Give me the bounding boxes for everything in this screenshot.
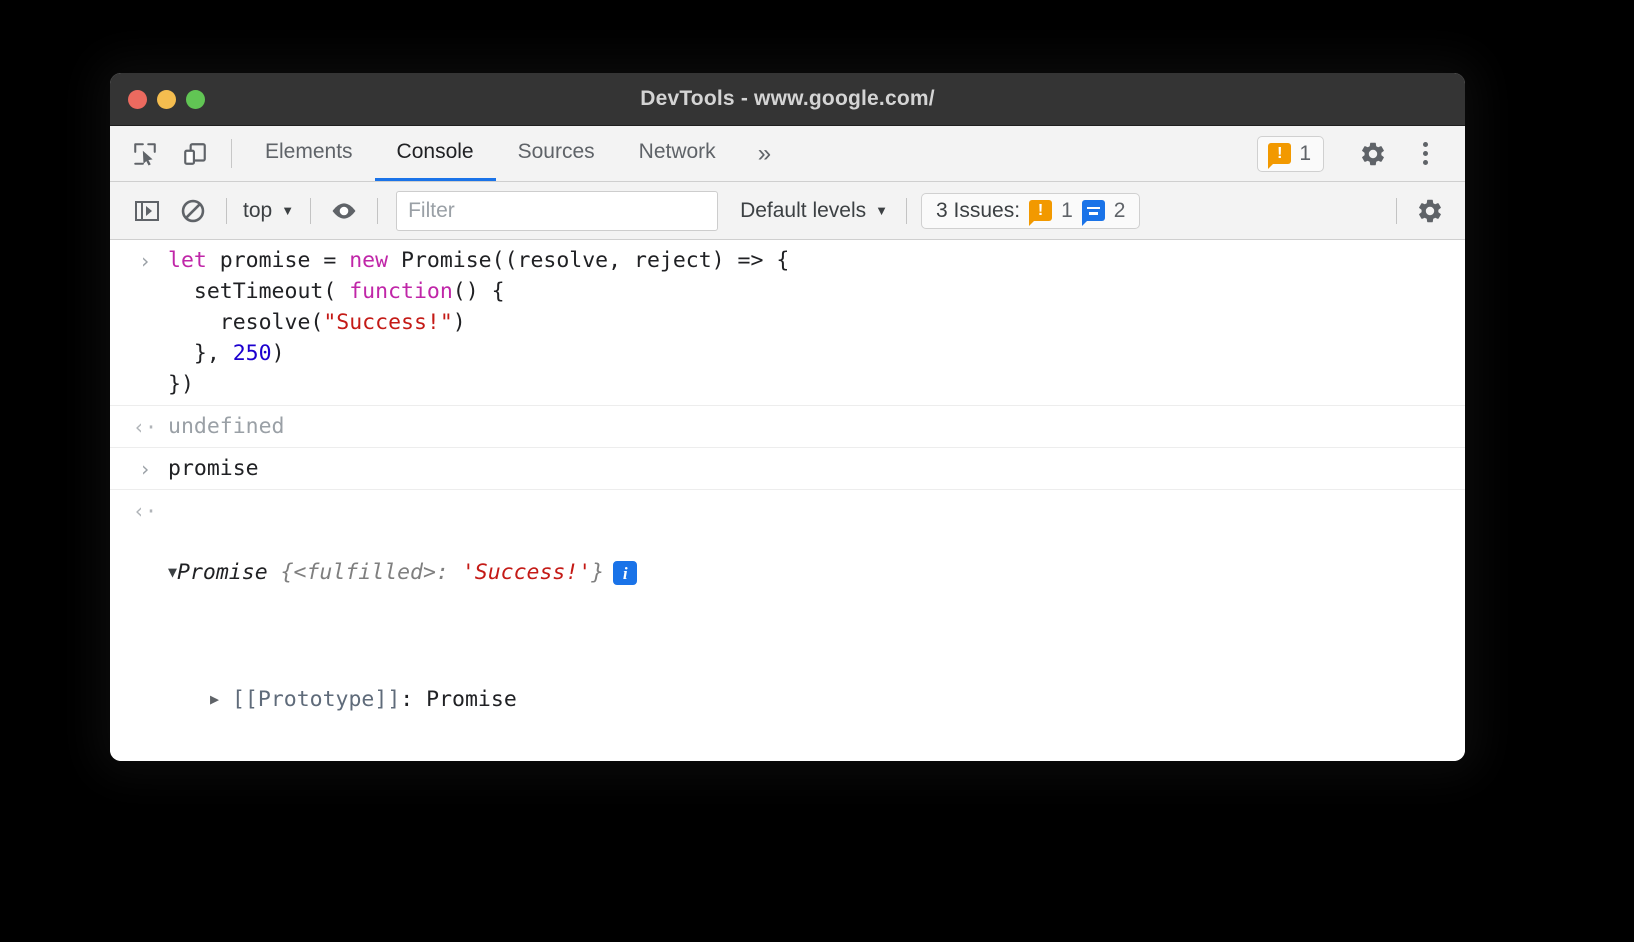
object-class-name: Promise — [177, 560, 268, 585]
console-input-code: promise — [110, 453, 1465, 484]
code-token: resolve( — [168, 310, 324, 335]
log-levels-value: Default levels — [740, 198, 867, 222]
code-token: "Success!" — [323, 310, 453, 335]
code-token: let — [168, 248, 220, 273]
property-value: Promise — [426, 687, 517, 712]
code-token: ) — [452, 310, 466, 335]
object-preview[interactable]: ▼Promise {<fulfilled>: 'Success!'} i — [168, 557, 1449, 588]
tab-console[interactable]: Console — [374, 126, 496, 181]
tab-sources-label: Sources — [517, 140, 595, 163]
console-toolbar-divider-1 — [226, 197, 227, 224]
console-toolbar-divider-5 — [1396, 197, 1397, 224]
tabbar-spacer — [791, 126, 1257, 181]
show-console-sidebar-icon[interactable] — [124, 189, 170, 233]
close-button[interactable] — [128, 89, 147, 109]
warning-bubble-icon: ! — [1268, 143, 1292, 169]
input-prompt-icon: › — [138, 249, 152, 273]
tab-network[interactable]: Network — [617, 126, 738, 181]
tab-sources[interactable]: Sources — [496, 126, 617, 181]
console-input-row[interactable]: › let promise = new Promise((resolve, re… — [110, 240, 1465, 406]
console-toolbar-divider-3 — [377, 197, 379, 224]
execution-context-value: top — [243, 198, 273, 222]
console-object-row[interactable]: ‹· ▼Promise {<fulfilled>: 'Success!'} i ▶… — [110, 490, 1465, 761]
code-token: setTimeout( — [168, 279, 350, 304]
tab-elements[interactable]: Elements — [243, 126, 375, 181]
code-token: Promise((resolve, reject) => { — [401, 248, 790, 273]
console-output-row[interactable]: ‹· undefined — [110, 406, 1465, 448]
code-token: 250 — [232, 341, 272, 366]
code-token: ) — [271, 341, 285, 366]
code-token: promise = — [219, 248, 350, 273]
promise-state-preview: <fulfilled> — [293, 560, 436, 585]
screen: DevTools - www.google.com/ Elements Cons… — [0, 0, 1634, 942]
clear-console-icon[interactable] — [170, 189, 216, 233]
output-arrow-icon: ‹· — [132, 415, 158, 439]
inspect-element-icon[interactable] — [120, 126, 170, 181]
more-tabs-chevron-icon[interactable]: » — [738, 126, 791, 181]
warning-bubble-icon: ! — [1029, 200, 1053, 226]
expand-toggle-icon[interactable]: ▼ — [168, 565, 177, 580]
minimize-button[interactable] — [157, 89, 176, 109]
promise-value-preview: 'Success!' — [461, 560, 592, 585]
warning-count-value: 1 — [1299, 141, 1311, 165]
issues-warning-count: 1 — [1061, 198, 1073, 222]
window-controls — [128, 89, 205, 109]
output-arrow-icon: ‹· — [132, 499, 158, 523]
input-prompt-icon: › — [138, 457, 152, 481]
console-input-code: let promise = new Promise((resolve, reje… — [110, 245, 1465, 400]
object-brace: } — [591, 560, 605, 585]
object-brace: { — [267, 560, 294, 585]
console-message-list[interactable]: › let promise = new Promise((resolve, re… — [110, 240, 1465, 761]
console-toolbar-divider-4 — [906, 197, 908, 224]
code-token: }, — [168, 341, 233, 366]
object-colon: : — [435, 560, 462, 585]
window-title: DevTools - www.google.com/ — [640, 87, 935, 110]
tabbar-actions: ! 1 — [1257, 126, 1465, 181]
console-toolbar: top ▼ Default levels ▼ 3 Issues: — [110, 182, 1465, 240]
issues-summary-button[interactable]: 3 Issues: ! 1 2 — [921, 192, 1141, 229]
maximize-button[interactable] — [186, 89, 205, 109]
window-titlebar: DevTools - www.google.com/ — [110, 73, 1465, 126]
issues-info-count: 2 — [1113, 198, 1126, 222]
info-chip-icon[interactable]: i — [613, 561, 638, 585]
property-separator: : — [400, 687, 427, 712]
filter-input[interactable] — [396, 190, 719, 231]
tab-elements-label: Elements — [265, 140, 353, 163]
kebab-menu-icon[interactable] — [1399, 128, 1451, 180]
devtools-window: DevTools - www.google.com/ Elements Cons… — [110, 73, 1465, 761]
expand-toggle-icon[interactable]: ▶ — [210, 692, 219, 707]
tabbar-divider — [231, 139, 232, 168]
devtools-tabbar: Elements Console Sources Network » ! 1 — [110, 126, 1465, 182]
device-toolbar-icon[interactable] — [170, 126, 220, 181]
warning-count-badge[interactable]: ! 1 — [1257, 135, 1324, 172]
code-token: () { — [452, 279, 505, 304]
issues-label: 3 Issues: — [936, 198, 1021, 222]
execution-context-select[interactable]: top ▼ — [237, 199, 300, 223]
console-output-value: undefined — [110, 411, 1465, 442]
console-input-row[interactable]: › promise — [110, 448, 1465, 490]
log-levels-select[interactable]: Default levels ▼ — [732, 199, 896, 223]
console-settings-gear-icon[interactable] — [1407, 189, 1453, 233]
object-inspector: ▼Promise {<fulfilled>: 'Success!'} i ▶ [[… — [110, 495, 1465, 761]
console-toolbar-divider-2 — [310, 197, 312, 224]
panel-tabs: Elements Console Sources Network — [243, 126, 738, 181]
more-tabs-label: » — [757, 139, 772, 167]
tab-console-label: Console — [396, 140, 474, 163]
live-expression-eye-icon[interactable] — [321, 189, 367, 233]
code-token: function — [349, 279, 453, 304]
gear-icon[interactable] — [1347, 128, 1399, 180]
undefined-value: undefined — [168, 414, 285, 439]
code-token: promise — [168, 456, 259, 481]
code-token: }) — [168, 372, 194, 397]
chevron-down-icon: ▼ — [281, 203, 295, 218]
object-property-row[interactable]: ▶ [[Prototype]]: Promise — [168, 681, 1449, 719]
tab-network-label: Network — [638, 140, 716, 163]
kebab-dots — [1422, 142, 1428, 165]
info-bubble-icon — [1081, 200, 1105, 226]
property-key: [[Prototype]] — [231, 687, 401, 712]
chevron-down-icon: ▼ — [875, 203, 889, 218]
code-token: new — [349, 248, 402, 273]
